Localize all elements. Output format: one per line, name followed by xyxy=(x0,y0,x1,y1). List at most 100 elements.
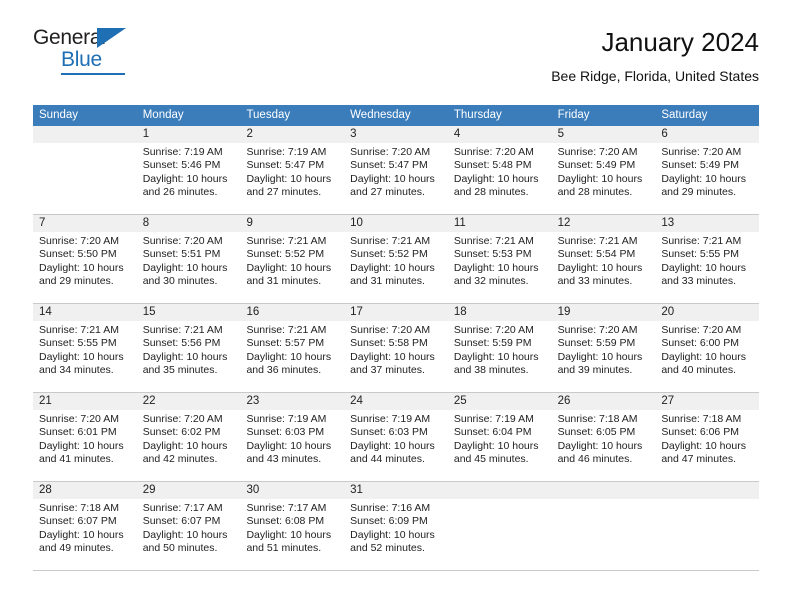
calendar-week-row: 1 2 3 4 5 6 Sunrise: 7:19 AM Sunset: 5:46 PM Day… xyxy=(33,126,759,215)
day-number-8[interactable]: 8 xyxy=(137,215,241,232)
day-cell-2[interactable]: Sunrise: 7:19 AM Sunset: 5:47 PM Daylight:… xyxy=(240,143,344,214)
day-cell-21[interactable]: Sunrise: 7:20 AM Sunset: 6:01 PM Daylight:… xyxy=(33,410,137,481)
day-detail-line: Daylight: 10 hours xyxy=(142,261,228,274)
day-number-23[interactable]: 23 xyxy=(240,393,344,410)
day-cell-20[interactable]: Sunrise: 7:20 AM Sunset: 6:00 PM Daylight:… xyxy=(655,321,759,392)
day-cell-11[interactable]: Sunrise: 7:21 AM Sunset: 5:53 PM Daylight:… xyxy=(448,232,552,303)
day-number-5[interactable]: 5 xyxy=(552,126,656,143)
day-number-16[interactable]: 16 xyxy=(240,304,344,321)
logo-text-blue: Blue xyxy=(61,48,102,71)
day-detail-line: and 37 minutes. xyxy=(350,364,425,377)
day-number-15[interactable]: 15 xyxy=(137,304,241,321)
day-cell-1[interactable]: Sunrise: 7:19 AM Sunset: 5:46 PM Daylight:… xyxy=(137,143,241,214)
day-number-17[interactable]: 17 xyxy=(344,304,448,321)
day-number-19[interactable]: 19 xyxy=(552,304,656,321)
day-cell-22[interactable]: Sunrise: 7:20 AM Sunset: 6:02 PM Daylight:… xyxy=(137,410,241,481)
day-cell-19[interactable]: Sunrise: 7:20 AM Sunset: 5:59 PM Daylight:… xyxy=(552,321,656,392)
day-cell-13[interactable]: Sunrise: 7:21 AM Sunset: 5:55 PM Daylight:… xyxy=(655,232,759,303)
calendar-weeks: 1 2 3 4 5 6 Sunrise: 7:19 AM Sunset: 5:46 PM Day… xyxy=(33,126,759,571)
day-detail-line: Sunset: 5:46 PM xyxy=(142,159,221,172)
day-detail-line: Sunrise: 7:20 AM xyxy=(39,235,119,247)
day-detail-line: Sunrise: 7:20 AM xyxy=(661,324,742,336)
day-number-25[interactable]: 25 xyxy=(448,393,552,410)
day-detail-line: and 33 minutes. xyxy=(557,275,633,288)
day-cell-7[interactable]: Sunrise: 7:20 AM Sunset: 5:50 PM Daylight:… xyxy=(33,232,137,303)
day-detail-line: Sunrise: 7:17 AM xyxy=(142,502,223,514)
day-cell-15[interactable]: Sunrise: 7:21 AM Sunset: 5:56 PM Daylight:… xyxy=(137,321,241,392)
day-cell-8[interactable]: Sunrise: 7:20 AM Sunset: 5:51 PM Daylight:… xyxy=(137,232,241,303)
day-number-18[interactable]: 18 xyxy=(448,304,552,321)
day-detail-line: Daylight: 10 hours xyxy=(661,350,746,363)
calendar-week-row: 7 8 9 10 11 12 13 Sunrise: 7:20 AM Sunset: 5:50 … xyxy=(33,215,759,304)
day-cell-17[interactable]: Sunrise: 7:20 AM Sunset: 5:58 PM Daylight:… xyxy=(344,321,448,392)
day-number-row: 123456 xyxy=(33,126,759,143)
day-cell-26[interactable]: Sunrise: 7:18 AM Sunset: 6:05 PM Daylight:… xyxy=(552,410,656,481)
day-number-9[interactable]: 9 xyxy=(240,215,344,232)
day-number-10[interactable]: 10 xyxy=(344,215,448,232)
day-number-21[interactable]: 21 xyxy=(33,393,137,410)
day-cell-14[interactable]: Sunrise: 7:21 AM Sunset: 5:55 PM Daylight:… xyxy=(33,321,137,392)
day-detail-line: and 43 minutes. xyxy=(246,453,322,466)
day-number-22[interactable]: 22 xyxy=(137,393,241,410)
day-detail-line: Sunrise: 7:21 AM xyxy=(246,324,327,336)
day-number-14[interactable]: 14 xyxy=(33,304,137,321)
day-number-29[interactable]: 29 xyxy=(137,482,241,499)
day-detail-line: and 36 minutes. xyxy=(246,364,322,377)
day-cell-10[interactable]: Sunrise: 7:21 AM Sunset: 5:52 PM Daylight:… xyxy=(344,232,448,303)
day-number-2[interactable]: 2 xyxy=(240,126,344,143)
day-cell-9[interactable]: Sunrise: 7:21 AM Sunset: 5:52 PM Daylight:… xyxy=(240,232,344,303)
page-title: January 2024 xyxy=(601,27,759,57)
day-number-31[interactable]: 31 xyxy=(344,482,448,499)
day-detail-line: Daylight: 10 hours xyxy=(350,172,435,185)
weekday-header-tuesday: Tuesday xyxy=(246,109,291,121)
day-number-13[interactable]: 13 xyxy=(655,215,759,232)
day-detail-row: Sunrise: 7:21 AM Sunset: 5:55 PM Daylight:… xyxy=(33,321,759,392)
day-cell-25[interactable]: Sunrise: 7:19 AM Sunset: 6:04 PM Daylight:… xyxy=(448,410,552,481)
day-number-27[interactable]: 27 xyxy=(655,393,759,410)
day-detail-line: Sunset: 5:55 PM xyxy=(39,337,117,350)
day-number-28[interactable]: 28 xyxy=(33,482,137,499)
day-number-30[interactable]: 30 xyxy=(240,482,344,499)
day-detail-line: Sunset: 6:02 PM xyxy=(142,426,221,439)
day-cell-6[interactable]: Sunrise: 7:20 AM Sunset: 5:49 PM Daylight:… xyxy=(655,143,759,214)
day-cell-27[interactable]: Sunrise: 7:18 AM Sunset: 6:06 PM Daylight:… xyxy=(655,410,759,481)
day-detail-line: Sunrise: 7:19 AM xyxy=(350,413,431,425)
day-cell-12[interactable]: Sunrise: 7:21 AM Sunset: 5:54 PM Daylight:… xyxy=(552,232,656,303)
day-number-12[interactable]: 12 xyxy=(552,215,656,232)
general-blue-logo[interactable]: General Blue xyxy=(33,26,153,78)
day-detail-line: Sunrise: 7:20 AM xyxy=(661,146,742,158)
weekday-header-wednesday: Wednesday xyxy=(350,109,411,121)
day-cell-24[interactable]: Sunrise: 7:19 AM Sunset: 6:03 PM Daylight:… xyxy=(344,410,448,481)
day-number-7[interactable]: 7 xyxy=(33,215,137,232)
day-number-row: 14 15 16 17 18 19 20 xyxy=(33,304,759,321)
day-number-1[interactable]: 1 xyxy=(137,126,241,143)
day-number-11[interactable]: 11 xyxy=(448,215,552,232)
weekday-header-friday: Friday xyxy=(557,109,590,121)
day-detail-line: Daylight: 10 hours xyxy=(557,439,643,452)
day-cell-3[interactable]: Sunrise: 7:20 AM Sunset: 5:47 PM Daylight:… xyxy=(344,143,448,214)
day-detail-line: and 49 minutes. xyxy=(39,542,114,555)
day-number-4[interactable]: 4 xyxy=(448,126,552,143)
day-cell-4[interactable]: Sunrise: 7:20 AM Sunset: 5:48 PM Daylight:… xyxy=(448,143,552,214)
day-number-20[interactable]: 20 xyxy=(655,304,759,321)
day-number-3[interactable]: 3 xyxy=(344,126,448,143)
day-detail-line: Sunset: 5:59 PM xyxy=(557,337,636,350)
day-number-6[interactable]: 6 xyxy=(655,126,759,143)
day-number-26[interactable]: 26 xyxy=(552,393,656,410)
day-number-24[interactable]: 24 xyxy=(344,393,448,410)
day-detail-line: and 51 minutes. xyxy=(246,542,322,555)
day-detail-line: Sunrise: 7:20 AM xyxy=(142,235,223,247)
day-cell-5[interactable]: Sunrise: 7:20 AM Sunset: 5:49 PM Daylight:… xyxy=(552,143,656,214)
calendar-week-row: 28 29 30 31 Sunrise: 7:18 AM Sunset: 6:07 PM D… xyxy=(33,482,759,571)
day-cell-31[interactable]: Sunrise: 7:16 AM Sunset: 6:09 PM Daylight:… xyxy=(344,499,448,570)
day-cell-29[interactable]: Sunrise: 7:17 AM Sunset: 6:07 PM Daylight:… xyxy=(137,499,241,570)
day-number-row: 28 29 30 31 xyxy=(33,482,759,499)
day-cell-16[interactable]: Sunrise: 7:21 AM Sunset: 5:57 PM Daylight:… xyxy=(240,321,344,392)
day-cell-28[interactable]: Sunrise: 7:18 AM Sunset: 6:07 PM Daylight:… xyxy=(33,499,137,570)
day-cell-23[interactable]: Sunrise: 7:19 AM Sunset: 6:03 PM Daylight:… xyxy=(240,410,344,481)
day-detail-line: Sunrise: 7:18 AM xyxy=(557,413,638,425)
day-cell-18[interactable]: Sunrise: 7:20 AM Sunset: 5:59 PM Daylight:… xyxy=(448,321,552,392)
day-detail-row: Sunrise: 7:20 AM Sunset: 6:01 PM Daylight:… xyxy=(33,410,759,481)
day-cell-30[interactable]: Sunrise: 7:17 AM Sunset: 6:08 PM Daylight:… xyxy=(240,499,344,570)
day-detail-line: and 42 minutes. xyxy=(142,453,218,466)
